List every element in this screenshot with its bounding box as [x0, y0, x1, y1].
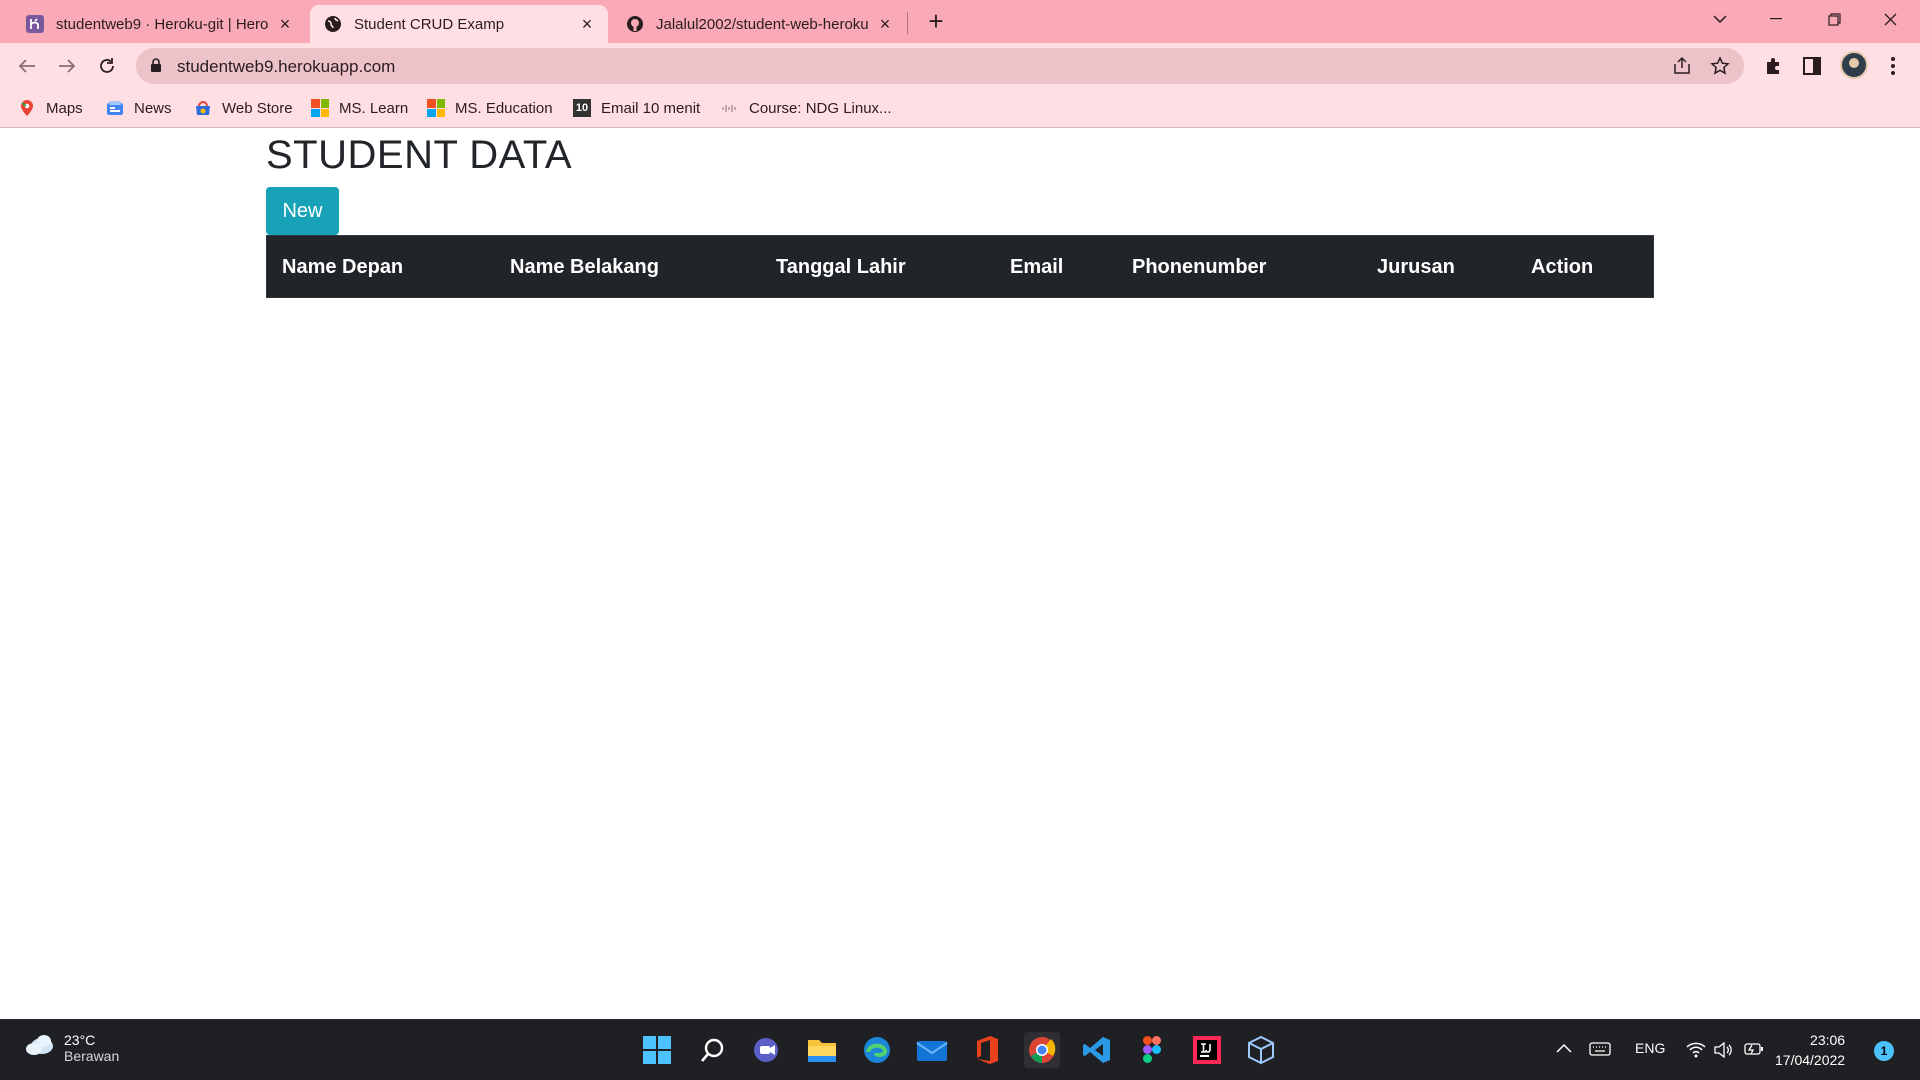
close-window-icon[interactable]	[1870, 4, 1910, 34]
bookmark-maps[interactable]: Maps	[18, 98, 83, 118]
lock-icon[interactable]	[150, 58, 162, 78]
tab-heroku[interactable]: studentweb9 · Heroku-git | Herol ×	[12, 5, 306, 43]
volume-icon[interactable]	[1714, 1041, 1734, 1061]
intellij-icon[interactable]	[1189, 1032, 1225, 1068]
bookmark-web-store[interactable]: Web Store	[194, 98, 293, 118]
office-icon[interactable]	[969, 1032, 1005, 1068]
email10-icon: 10	[573, 99, 591, 117]
menu-kebab-icon[interactable]	[1882, 55, 1904, 77]
bookmark-label: Course: NDG Linux...	[749, 99, 892, 117]
clock-time: 23:06	[1810, 1032, 1846, 1048]
maps-icon	[18, 99, 36, 117]
search-icon[interactable]	[695, 1032, 731, 1068]
teams-icon[interactable]	[749, 1032, 785, 1068]
virtualbox-icon[interactable]	[1243, 1032, 1279, 1068]
column-header-phonenumber: Phonenumber	[1132, 256, 1267, 278]
mail-icon[interactable]	[914, 1032, 950, 1068]
tab-strip: studentweb9 · Heroku-git | Herol × Stude…	[0, 0, 1920, 43]
heroku-icon	[26, 15, 44, 33]
tab-title: Jalalul2002/student-web-heroku	[656, 15, 868, 33]
microsoft-icon	[427, 99, 445, 117]
column-header-jurusan: Jurusan	[1377, 256, 1455, 278]
bookmark-ms-education[interactable]: MS. Education	[427, 98, 553, 118]
address-bar[interactable]: studentweb9.herokuapp.com	[136, 48, 1744, 84]
reload-icon[interactable]	[92, 51, 122, 81]
column-header-name-depan: Name Depan	[282, 256, 404, 278]
file-explorer-icon[interactable]	[804, 1032, 840, 1068]
bookmark-label: Email 10 menit	[601, 99, 701, 117]
figma-icon[interactable]	[1134, 1032, 1170, 1068]
url-text[interactable]: studentweb9.herokuapp.com	[177, 57, 395, 77]
chrome-icon[interactable]	[1024, 1032, 1060, 1068]
new-student-button[interactable]: New	[266, 187, 339, 235]
tab-github[interactable]: Jalalul2002/student-web-heroku ×	[612, 5, 906, 43]
clock-date: 17/04/2022	[1775, 1052, 1846, 1068]
page-title: STUDENT DATA	[266, 133, 573, 177]
column-header-tanggal-lahir: Tanggal Lahir	[776, 256, 906, 278]
extensions-icon[interactable]	[1762, 55, 1784, 77]
bookmark-label: Web Store	[222, 99, 293, 117]
restore-icon[interactable]	[1814, 4, 1854, 34]
close-icon[interactable]: ×	[578, 15, 596, 33]
bookmark-ms-learn[interactable]: MS. Learn	[311, 98, 408, 118]
column-header-name-belakang: Name Belakang	[510, 256, 659, 278]
share-icon[interactable]	[1672, 56, 1692, 76]
notification-badge[interactable]: 1	[1874, 1041, 1894, 1061]
back-icon[interactable]	[12, 51, 42, 81]
close-icon[interactable]: ×	[276, 15, 294, 33]
bookmark-label: News	[134, 99, 172, 117]
page-content: STUDENT DATA New Name Depan Name Belakan…	[0, 129, 1920, 1019]
tab-separator	[907, 12, 908, 34]
browser-toolbar: studentweb9.herokuapp.com	[0, 43, 1920, 88]
keyboard-icon[interactable]	[1589, 1042, 1611, 1059]
windows-taskbar: 23°C Berawan ENG 23:06 17/04/2022 1	[0, 1019, 1920, 1080]
start-icon[interactable]	[639, 1032, 675, 1068]
bookmarks-bar: Maps News Web Store MS. Learn MS. Educat…	[0, 88, 1920, 128]
edge-icon[interactable]	[859, 1032, 895, 1068]
side-panel-icon[interactable]	[1801, 55, 1823, 77]
news-icon	[106, 99, 124, 117]
profile-avatar[interactable]	[1840, 51, 1868, 79]
tab-title: studentweb9 · Heroku-git | Herol	[56, 15, 268, 33]
weather-temp: 23°C	[64, 1032, 96, 1048]
wifi-icon[interactable]	[1686, 1042, 1706, 1061]
column-header-email: Email	[1010, 256, 1064, 278]
language-indicator[interactable]: ENG	[1635, 1040, 1665, 1056]
forward-icon[interactable]	[52, 51, 82, 81]
bookmark-ndg-linux[interactable]: Course: NDG Linux...	[721, 98, 892, 118]
globe-icon	[324, 15, 342, 33]
vscode-icon[interactable]	[1079, 1032, 1115, 1068]
weather-condition: Berawan	[64, 1048, 120, 1064]
close-icon[interactable]: ×	[876, 15, 894, 33]
bookmark-email-10-menit[interactable]: 10 Email 10 menit	[573, 98, 700, 118]
webstore-icon	[194, 99, 212, 117]
weather-widget[interactable]: 23°C Berawan	[24, 1032, 119, 1064]
tab-search-icon[interactable]	[1700, 4, 1740, 34]
github-icon	[626, 15, 644, 33]
column-header-action: Action	[1531, 256, 1594, 278]
microsoft-icon	[311, 99, 329, 117]
student-table-header: Name Depan Name Belakang Tanggal Lahir E…	[266, 235, 1654, 298]
chevron-up-icon[interactable]	[1556, 1040, 1572, 1056]
minimize-icon[interactable]	[1756, 4, 1796, 34]
cisco-icon	[721, 99, 739, 117]
cloud-icon	[24, 1032, 58, 1062]
system-clock[interactable]: 23:06 17/04/2022	[1775, 1030, 1845, 1070]
bookmark-label: MS. Education	[455, 99, 553, 117]
tab-title: Student CRUD Examp	[354, 15, 505, 33]
new-tab-icon[interactable]: +	[922, 8, 950, 36]
bookmark-star-icon[interactable]	[1710, 56, 1730, 76]
bookmark-label: Maps	[46, 99, 83, 117]
tab-student-crud[interactable]: Student CRUD Examp ×	[310, 5, 608, 43]
bookmark-label: MS. Learn	[339, 99, 409, 117]
bookmark-news[interactable]: News	[106, 98, 172, 118]
battery-icon[interactable]	[1744, 1042, 1764, 1059]
